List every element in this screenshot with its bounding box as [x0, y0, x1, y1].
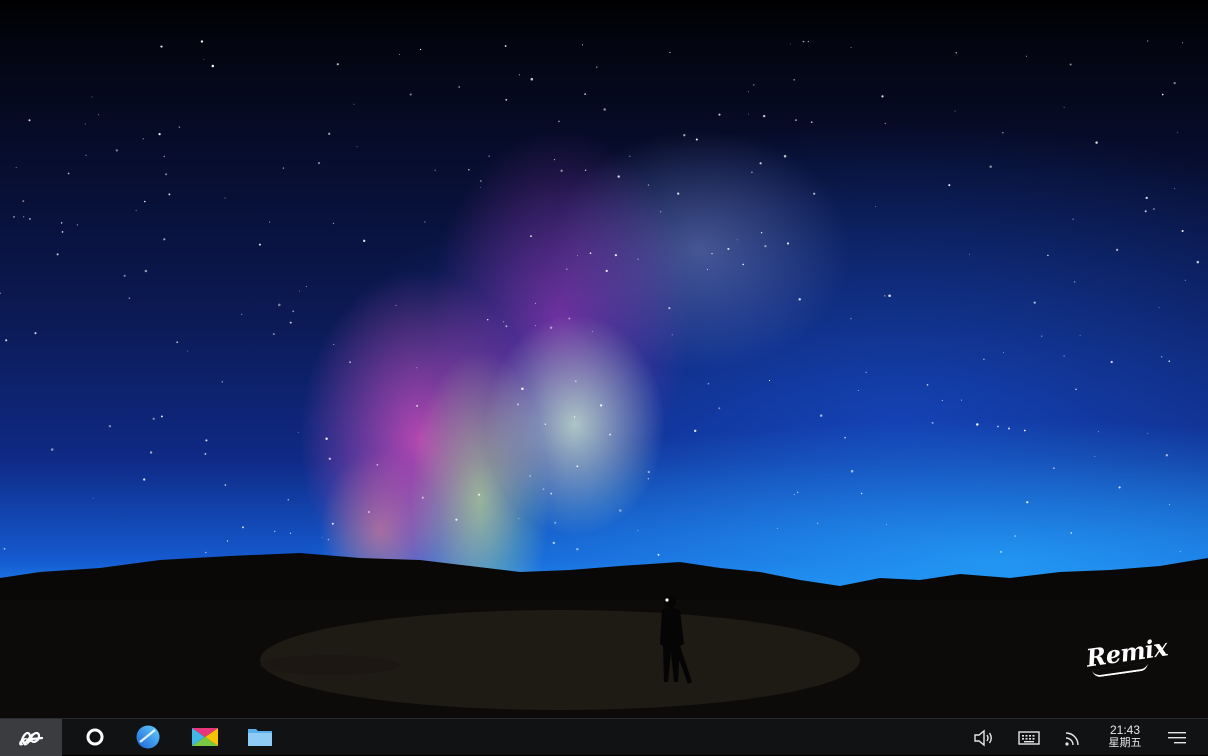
taskbar-app-browser[interactable]: [135, 724, 161, 750]
cortana-circle-icon: [86, 728, 104, 746]
notification-menu-button[interactable]: [1166, 727, 1188, 749]
desktop-wallpaper: Remix: [0, 0, 1208, 718]
taskbar-app-files[interactable]: [247, 724, 273, 750]
tray-network[interactable]: [1062, 727, 1084, 749]
tray-volume[interactable]: [973, 727, 995, 749]
taskbar: 𝒹 21:43 星期五: [0, 718, 1208, 756]
taskbar-app-search[interactable]: [82, 724, 108, 750]
notification-menu-icon: [1168, 732, 1186, 744]
tray-keyboard[interactable]: [1018, 727, 1040, 749]
file-manager-icon: [248, 729, 272, 746]
hills-silhouette: [0, 553, 1208, 718]
network-icon: [1065, 732, 1079, 746]
keyboard-icon: [1018, 731, 1040, 745]
person-silhouette: [660, 596, 692, 684]
remix-start-icon: 𝒹: [18, 728, 44, 749]
taskbar-clock[interactable]: 21:43 星期五: [1098, 724, 1152, 750]
store-icon: [192, 728, 218, 746]
clock-time: 21:43: [1109, 723, 1141, 737]
start-button[interactable]: 𝒹: [0, 719, 62, 756]
volume-icon: [974, 729, 992, 747]
browser-icon: [136, 725, 160, 749]
clock-day: 星期五: [1108, 737, 1142, 749]
taskbar-app-store[interactable]: [192, 724, 218, 750]
